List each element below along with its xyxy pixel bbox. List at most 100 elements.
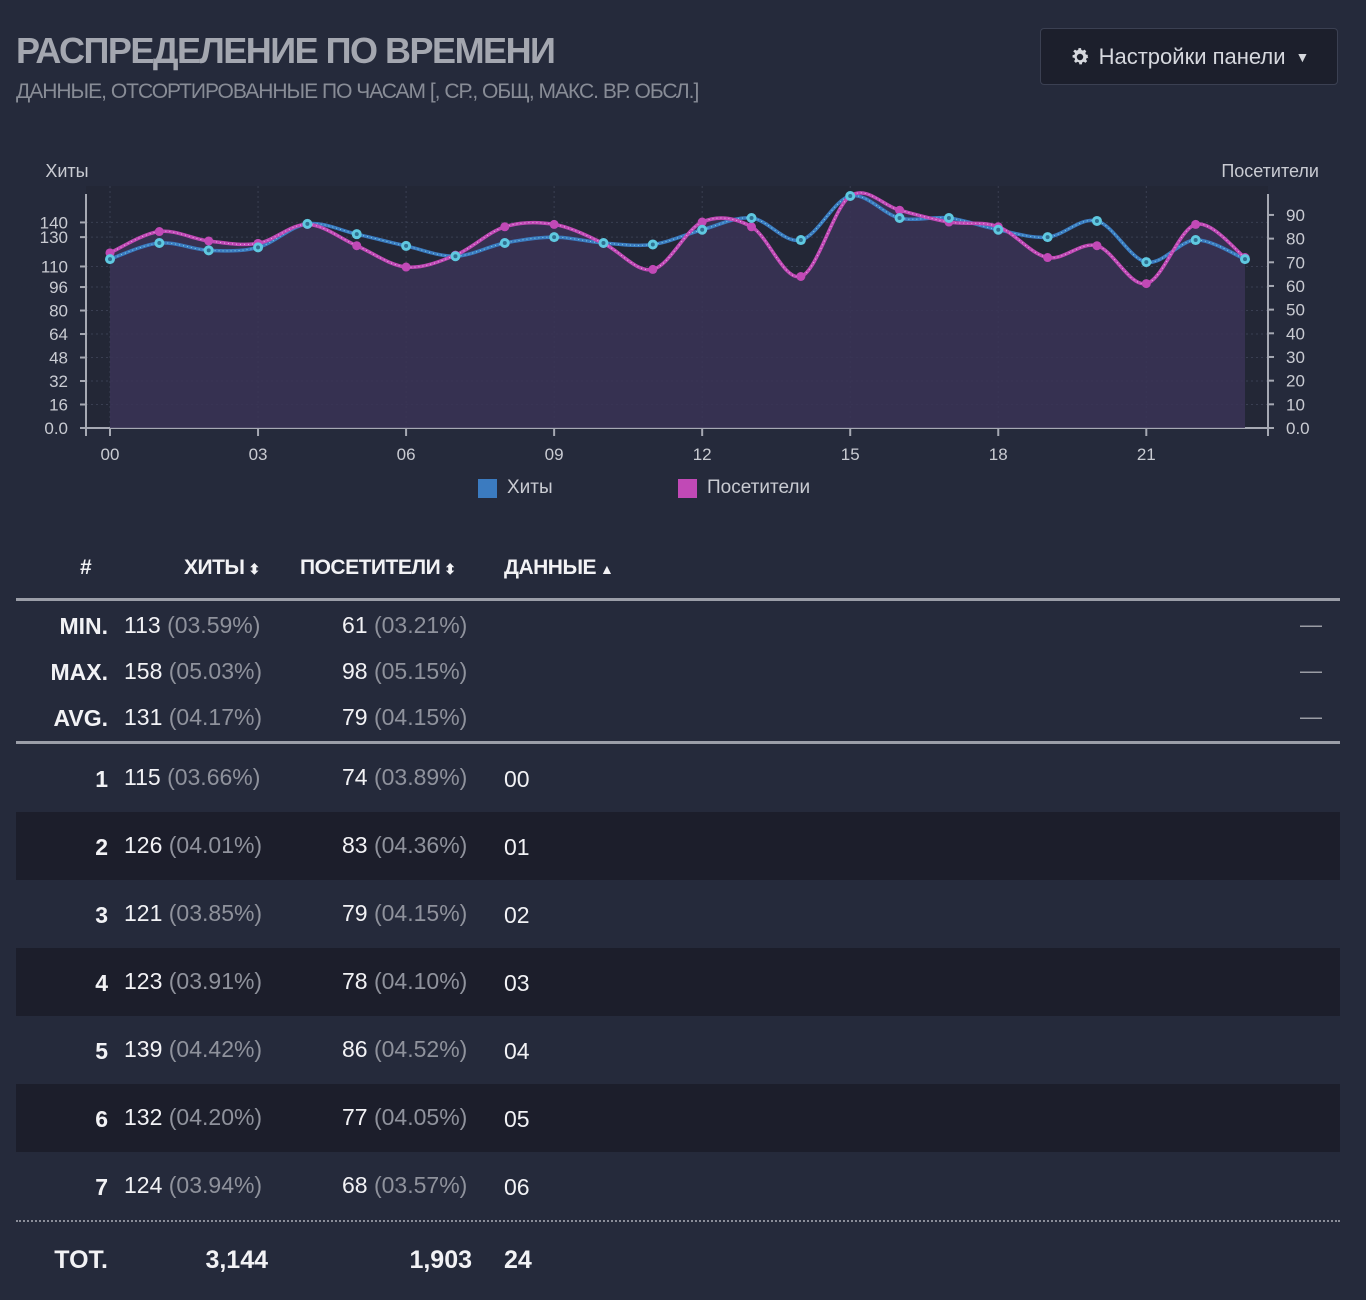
hits-percent: (03.85%) (168, 900, 263, 926)
y-tick-label-left: 16 (49, 396, 68, 415)
y-tick-label-left: 48 (49, 349, 68, 368)
total-data: 24 (504, 1246, 532, 1274)
visitors-value: 79 (342, 704, 368, 730)
hits-percent: (04.01%) (168, 832, 263, 858)
summary-dash: — (1300, 658, 1322, 683)
summary-row-min: MIN. 113 (03.59%) 61 (03.21%) — (16, 602, 1340, 648)
y-tick-label-left: 140 (40, 213, 68, 232)
y-tick-label-left: 64 (49, 325, 68, 344)
data-point-hits-center (650, 242, 655, 247)
hits-cell: 158 (05.03%) (124, 658, 262, 685)
visitors-percent: (05.15%) (373, 658, 468, 684)
data-point-hits-center (1045, 235, 1050, 240)
panel-settings-label: Настройки панели (1098, 43, 1286, 69)
data-point-visitors (1043, 253, 1053, 263)
x-tick-label: 09 (545, 445, 564, 464)
data-point-hits-center (552, 235, 557, 240)
table-row[interactable]: 1 115 (03.66%) 74 (03.89%) 00 (16, 744, 1340, 812)
data-point-hits-center (157, 240, 162, 245)
hits-value: 121 (124, 900, 163, 926)
visitors-value: 68 (342, 1172, 368, 1198)
table-divider (16, 598, 1340, 601)
column-header-data[interactable]: ДАННЫЕ ▲ (504, 556, 614, 580)
y-tick-label-right: 20 (1286, 372, 1305, 391)
column-header-visitors[interactable]: ПОСЕТИТЕЛИ ⬍ (300, 556, 456, 580)
data-cell: 00 (504, 766, 530, 792)
y-tick-label-right: 90 (1286, 206, 1305, 225)
visitors-percent: (04.36%) (373, 832, 468, 858)
y-tick-label-right: 40 (1286, 324, 1305, 343)
legend-item-hits[interactable]: Хиты (478, 477, 553, 499)
visitors-value: 86 (342, 1036, 368, 1062)
hits-percent: (03.66%) (167, 764, 261, 790)
data-point-hits-center (996, 227, 1001, 232)
y-tick-label-right: 80 (1286, 230, 1305, 249)
data-cell: 04 (504, 1038, 530, 1064)
caret-down-icon: ▼ (1295, 48, 1310, 65)
summary-label: MAX. (50, 659, 109, 685)
table-row[interactable]: 2 126 (04.01%) 83 (04.36%) 01 (16, 812, 1340, 880)
hits-value: 124 (124, 1172, 163, 1198)
visitors-cell: 98 (05.15%) (342, 658, 467, 685)
hits-value: 131 (124, 704, 163, 730)
data-point-hits-center (1243, 257, 1247, 262)
visitors-value: 98 (342, 658, 368, 684)
data-point-hits-center (108, 257, 112, 262)
visitors-cell: 83 (04.36%) (342, 832, 467, 859)
column-header-data-label: ДАННЫЕ (504, 556, 597, 579)
table-row[interactable]: 5 139 (04.42%) 86 (04.52%) 04 (16, 1016, 1340, 1084)
column-header-hits[interactable]: ХИТЫ ⬍ (184, 556, 260, 580)
y-tick-label-left: 0.0 (44, 419, 68, 438)
visitors-cell: 86 (04.52%) (342, 1036, 467, 1063)
y-tick-label-left: 80 (49, 302, 68, 321)
visitors-value: 61 (342, 612, 368, 638)
summary-row-max: MAX. 158 (05.03%) 98 (05.15%) — (16, 648, 1340, 694)
column-header-num: # (80, 556, 92, 579)
legend-item-visitors[interactable]: Посетители (678, 477, 810, 499)
y-tick-label-right: 10 (1286, 395, 1305, 414)
summary-dash: — (1300, 612, 1322, 637)
table-divider (16, 1220, 1340, 1222)
x-tick-label: 18 (989, 445, 1008, 464)
total-row: TOT. 3,144 1,903 24 (16, 1226, 1340, 1294)
data-point-hits-center (700, 227, 705, 232)
hits-cell: 126 (04.01%) (124, 832, 262, 859)
data-cell: 02 (504, 902, 530, 928)
row-number: 1 (95, 766, 108, 792)
sort-asc-icon: ▲ (600, 561, 614, 577)
table-row[interactable]: 6 132 (04.20%) 77 (04.05%) 05 (16, 1084, 1340, 1152)
table-row[interactable]: 7 124 (03.94%) 68 (03.57%) 06 (16, 1152, 1340, 1220)
hits-cell: 121 (03.85%) (124, 900, 262, 927)
visitors-percent: (04.15%) (373, 704, 468, 730)
x-tick-label: 12 (693, 445, 712, 464)
data-point-visitors (204, 236, 214, 246)
panel-settings-button[interactable]: Настройки панели ▼ (1040, 28, 1338, 85)
visitors-cell: 79 (04.15%) (342, 900, 467, 927)
legend-swatch-hits (478, 478, 497, 498)
visitors-value: 77 (342, 1104, 368, 1130)
data-point-hits-center (897, 216, 902, 221)
column-header-visitors-label: ПОСЕТИТЕЛИ (300, 556, 441, 579)
data-point-visitors (352, 241, 362, 251)
data-cell: 06 (504, 1174, 530, 1200)
legend-label-hits: Хиты (507, 477, 553, 498)
y-tick-label-left: 32 (49, 372, 68, 391)
row-number: 4 (95, 970, 108, 996)
table-row[interactable]: 4 123 (03.91%) 78 (04.10%) 03 (16, 948, 1340, 1016)
table-row[interactable]: 3 121 (03.85%) 79 (04.15%) 02 (16, 880, 1340, 948)
hits-cell: 124 (03.94%) (124, 1172, 262, 1199)
hits-cell: 113 (03.59%) (124, 612, 260, 639)
row-number: 7 (95, 1174, 108, 1200)
data-point-hits-center (1144, 260, 1149, 265)
summary-label: AVG. (53, 705, 108, 731)
data-point-hits-center (305, 221, 310, 226)
data-point-hits-center (1193, 238, 1198, 243)
y-tick-label-right: 30 (1286, 348, 1305, 367)
data-point-visitors (1141, 279, 1151, 289)
visitors-value: 83 (342, 832, 368, 858)
x-tick-label: 15 (841, 445, 860, 464)
visitors-cell: 74 (03.89%) (342, 764, 467, 791)
legend-swatch-visitors (678, 478, 697, 498)
data-cell: 05 (504, 1106, 530, 1132)
hits-value: 126 (124, 832, 163, 858)
